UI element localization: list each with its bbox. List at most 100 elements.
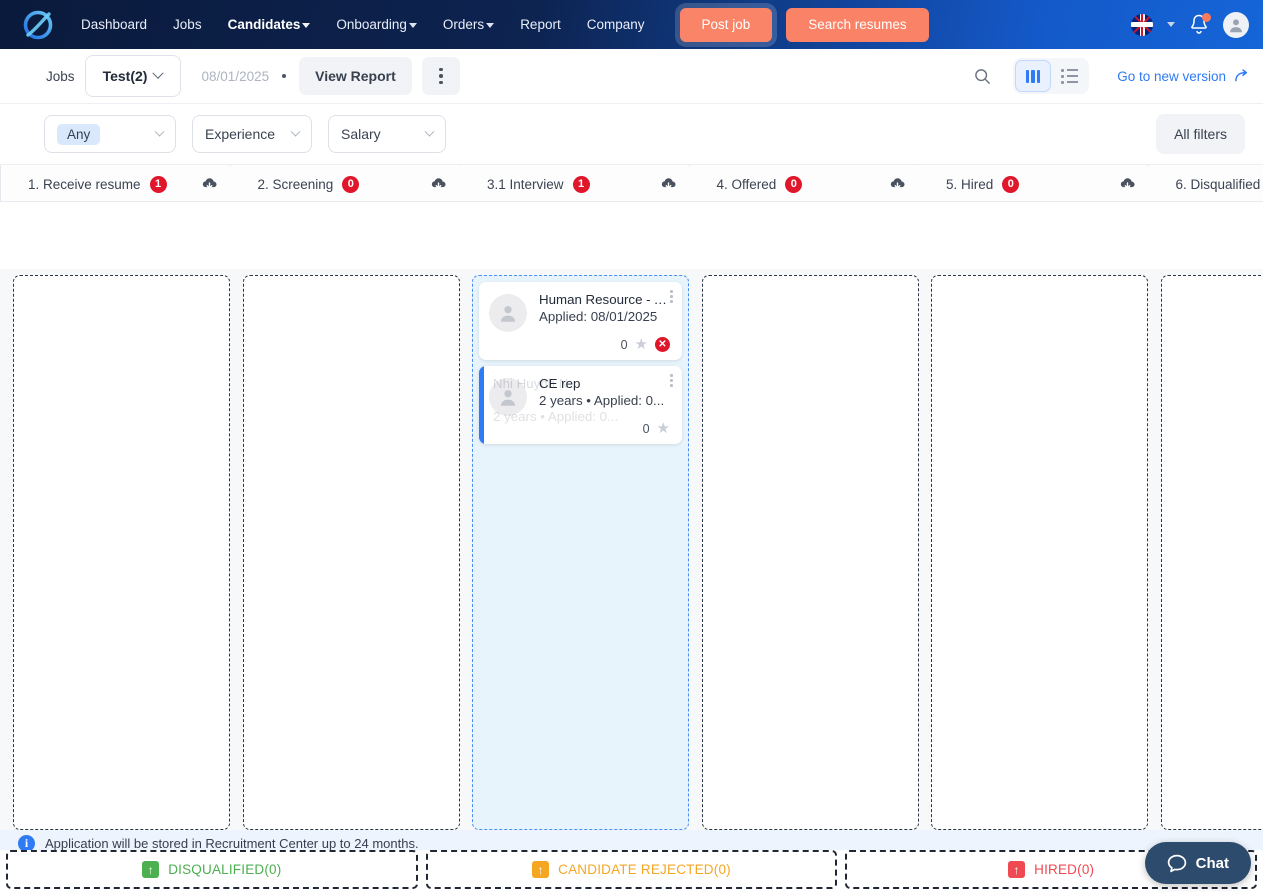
dropzone-label: HIRED(0) — [1034, 862, 1095, 877]
chevron-down-icon — [290, 126, 301, 137]
filter-bar: Any Experience Salary All filters — [0, 104, 1263, 164]
nav-item-orders[interactable]: Orders — [430, 0, 507, 49]
stage-count-badge: 1 — [150, 176, 167, 193]
stage-header-4[interactable]: 4. Offered 0 — [689, 165, 933, 202]
chevron-down-icon — [302, 23, 311, 28]
brand-logo[interactable] — [18, 5, 58, 45]
rating-value: 0 — [642, 421, 650, 436]
nav-item-dashboard[interactable]: Dashboard — [68, 0, 160, 49]
nav-label: Candidates — [227, 17, 301, 32]
dropzone-bar: ↑ DISQUALIFIED(0) ↑ CANDIDATE REJECTED(0) ↑ H… — [0, 850, 1263, 892]
kanban-view-icon[interactable] — [1015, 60, 1052, 92]
filter-experience-dropdown[interactable]: Experience — [192, 115, 312, 153]
candidate-card[interactable]: Human Resource - Ad... Applied: 08/01/202… — [479, 282, 682, 360]
chevron-down-icon — [486, 23, 495, 28]
candidate-meta: Applied: 08/01/2025 — [539, 309, 658, 324]
download-icon[interactable] — [430, 176, 447, 192]
stage-name: 3.1 Interview — [487, 176, 564, 192]
speech-bubble-icon — [1167, 854, 1186, 872]
stage-column-6[interactable] — [1160, 275, 1263, 830]
job-selector-dropdown[interactable]: Test(2) — [84, 55, 181, 97]
star-icon[interactable]: ★ — [657, 421, 670, 436]
download-icon[interactable] — [660, 176, 677, 192]
download-icon[interactable] — [1119, 176, 1136, 192]
stage-name: 4. Offered — [716, 176, 777, 192]
stage-name: 1. Receive resume — [28, 176, 141, 192]
list-view-icon[interactable] — [1051, 60, 1087, 92]
card-menu-button[interactable] — [670, 290, 673, 303]
main-nav-links: Dashboard Jobs Candidates Onboarding Ord… — [68, 0, 658, 49]
job-date: 08/01/2025 — [201, 68, 270, 84]
candidate-avatar — [489, 294, 527, 332]
up-arrow-icon: ↑ — [532, 861, 550, 878]
filter-any-dropdown[interactable]: Any — [44, 115, 176, 153]
filter-experience-label: Experience — [205, 126, 276, 142]
rejected-status-icon[interactable]: ✕ — [655, 337, 670, 352]
jobs-label: Jobs — [46, 68, 75, 84]
view-report-button[interactable]: View Report — [299, 57, 412, 95]
card-text: Human Resource - Ad... Applied: 08/01/202… — [539, 292, 670, 332]
user-avatar[interactable] — [1223, 11, 1249, 38]
all-filters-button[interactable]: All filters — [1156, 114, 1245, 154]
nav-item-report[interactable]: Report — [507, 0, 574, 49]
candidate-avatar — [489, 378, 527, 416]
new-version-label: Go to new version — [1117, 68, 1226, 84]
card-footer: 0 ★ — [489, 421, 670, 436]
nav-label: Dashboard — [81, 17, 148, 32]
star-icon[interactable]: ★ — [635, 337, 648, 352]
candidate-meta: 2 years • Applied: 0... — [539, 393, 665, 408]
up-arrow-icon: ↑ — [1008, 861, 1026, 878]
card-body: CE rep 2 years • Applied: 0... — [489, 376, 670, 416]
filter-chip-any[interactable]: Any — [57, 123, 101, 145]
dropzone-green[interactable]: ↑ DISQUALIFIED(0) — [6, 850, 418, 889]
card-footer: 0 ★ ✕ — [489, 337, 670, 352]
search-icon[interactable] — [965, 59, 999, 93]
go-to-new-version-link[interactable]: Go to new version — [1117, 69, 1249, 84]
download-icon[interactable] — [201, 176, 218, 192]
filter-salary-dropdown[interactable]: Salary — [328, 115, 446, 153]
candidate-name: CE rep — [539, 376, 581, 391]
up-arrow-icon: ↑ — [142, 861, 160, 878]
notifications-bell-icon[interactable] — [1189, 12, 1211, 36]
nav-item-candidates[interactable]: Candidates — [215, 0, 324, 49]
chat-label: Chat — [1195, 854, 1229, 872]
more-options-button[interactable] — [421, 57, 460, 95]
search-resumes-button[interactable]: Search resumes — [786, 7, 929, 42]
stage-column-1[interactable] — [13, 275, 230, 830]
nav-item-onboarding[interactable]: Onboarding — [323, 0, 430, 49]
nav-label: Jobs — [173, 17, 202, 32]
stage-name: 5. Hired — [946, 176, 994, 192]
post-job-button[interactable]: Post job — [679, 7, 773, 42]
stage-header-2[interactable]: 2. Screening 0 — [230, 165, 474, 202]
stage-name: 2. Screening — [257, 176, 334, 192]
stage-count-badge: 1 — [573, 176, 590, 193]
job-selector-value: Test(2) — [102, 68, 148, 84]
rating-value: 0 — [620, 337, 628, 352]
nav-label: Company — [586, 17, 645, 32]
candidate-card[interactable]: Nhi Huynh N... 2 years • Applied: 0... CE … — [479, 366, 682, 444]
stage-column-2[interactable] — [242, 275, 460, 830]
stage-header-3[interactable]: 3.1 Interview 1 — [459, 165, 703, 202]
nav-label: Onboarding — [336, 17, 407, 32]
card-menu-button[interactable] — [670, 374, 673, 387]
nav-right-cluster — [1131, 11, 1249, 38]
stage-header-6[interactable]: 6. Disqualified — [1148, 165, 1263, 202]
separator-dot — [282, 74, 287, 78]
stage-column-3[interactable]: Human Resource - Ad... Applied: 08/01/202… — [472, 275, 689, 830]
chevron-down-icon[interactable] — [1167, 22, 1175, 27]
nav-item-company[interactable]: Company — [574, 0, 658, 49]
top-navigation-bar: Dashboard Jobs Candidates Onboarding Ord… — [0, 0, 1263, 49]
stage-header-1[interactable]: 1. Receive resume 1 — [0, 165, 244, 202]
stage-header-5[interactable]: 5. Hired 0 — [918, 165, 1162, 202]
download-icon[interactable] — [889, 176, 906, 192]
stage-column-4[interactable] — [701, 275, 919, 830]
dropzone-orange[interactable]: ↑ CANDIDATE REJECTED(0) — [425, 850, 838, 889]
dropzone-label: CANDIDATE REJECTED(0) — [558, 862, 731, 877]
notification-dot — [1202, 12, 1211, 22]
uk-flag-icon[interactable] — [1131, 13, 1153, 36]
chat-widget-button[interactable]: Chat — [1144, 842, 1251, 884]
nav-item-jobs[interactable]: Jobs — [160, 0, 215, 49]
card-text: CE rep 2 years • Applied: 0... — [539, 376, 670, 416]
stage-column-5[interactable] — [931, 275, 1148, 830]
chevron-down-icon — [424, 126, 435, 137]
